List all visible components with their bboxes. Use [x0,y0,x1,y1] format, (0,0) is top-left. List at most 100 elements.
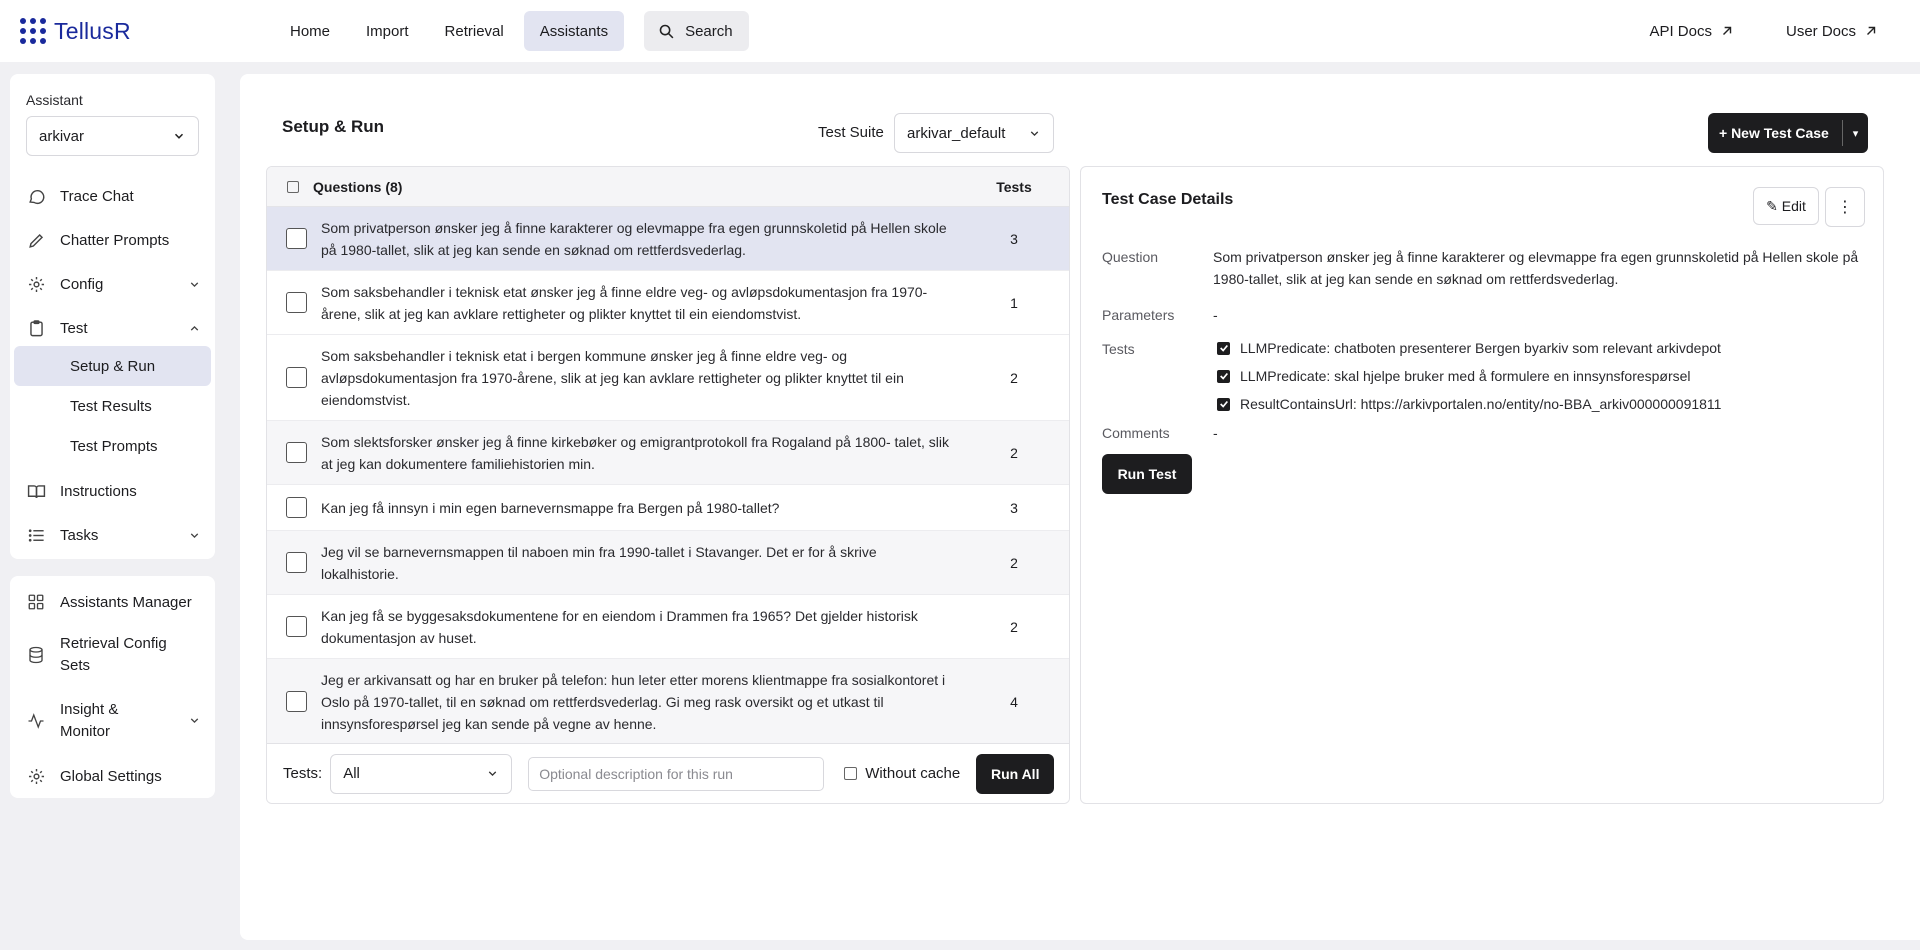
table-row[interactable]: Jeg er arkivansatt og har en bruker på t… [267,659,1069,745]
test-item: LLMPredicate: skal hjelpe bruker med å f… [1217,368,1691,384]
new-test-case-split-button: + New Test Case ▾ [1708,113,1868,153]
test-checkbox[interactable] [1217,341,1230,355]
nav-import[interactable]: Import [350,11,425,51]
sidebar-item-retrieval-config-sets[interactable]: Retrieval Config Sets [26,633,201,677]
gear-icon [26,274,46,294]
row-checkbox[interactable] [286,497,307,518]
clipboard-icon [26,318,46,338]
grid-icon [26,592,46,612]
test-suite-select[interactable]: arkivar_default [894,113,1054,153]
assistant-select[interactable]: arkivar [26,116,199,156]
table-row[interactable]: Kan jeg få innsyn i min egen barnevernsm… [267,485,1069,531]
sidebar-item-trace-chat[interactable]: Trace Chat [26,184,201,208]
sidebar-item-tasks[interactable]: Tasks [26,523,201,547]
without-cache-checkbox[interactable] [844,767,858,780]
table-row[interactable]: Som saksbehandler i teknisk etat ønsker … [267,271,1069,335]
brand[interactable]: TellusR [20,18,240,45]
sidebar-item-label: Chatter Prompts [60,231,170,249]
row-checkbox[interactable] [286,228,307,249]
database-icon [26,645,46,665]
sidebar-item-config[interactable]: Config [26,272,201,296]
brand-logo-icon [20,18,46,44]
without-cache-option[interactable]: Without cache [844,765,960,782]
tests-count: 3 [1010,499,1018,516]
test-case-details-panel: Test Case Details ✎ Edit ⋮ Question Som … [1080,166,1884,804]
edit-button[interactable]: ✎ Edit [1753,187,1819,225]
new-test-case-button[interactable]: + New Test Case [1708,125,1842,141]
activity-icon [26,711,46,731]
sidebar-item-global-settings[interactable]: Global Settings [26,764,201,788]
docs-links: API Docs User Docs [1637,11,1890,51]
test-text: LLMPredicate: chatboten presenterer Berg… [1240,340,1721,356]
sidebar-item-label: Config [60,275,104,293]
test-text: ResultContainsUrl: https://arkivportalen… [1240,396,1722,412]
nav-assistants[interactable]: Assistants [523,11,625,51]
nav-retrieval[interactable]: Retrieval [429,11,520,51]
tests-filter-select[interactable]: All [330,753,513,794]
gear-icon [26,766,46,786]
row-checkbox[interactable] [286,691,307,712]
row-checkbox[interactable] [286,442,307,463]
tests-filter-value: All [343,765,360,782]
details-title: Test Case Details [1102,191,1234,208]
tests-column-header: Tests [996,178,1032,195]
main-nav: Home Import Retrieval Assistants Search [274,11,749,51]
sidebar-item-chatter-prompts[interactable]: Chatter Prompts [26,228,201,252]
sidebar-item-assistants-manager[interactable]: Assistants Manager [26,590,201,614]
assistant-label: Assistant [26,92,83,108]
question-text: Som saksbehandler i teknisk etat ønsker … [321,283,928,322]
sidebar-subitem-test-prompts[interactable]: Test Prompts [14,426,211,466]
tests-count: 1 [1010,294,1018,311]
sidebar-item-instructions[interactable]: Instructions [26,479,201,503]
assistant-select-value: arkivar [39,127,85,145]
tests-count: 2 [1010,618,1018,635]
sidebar-subitem-setup-run[interactable]: Setup & Run [14,346,211,386]
run-description-input[interactable] [528,756,825,791]
table-row[interactable]: Som saksbehandler i teknisk etat i berge… [267,335,1069,421]
questions-table: Questions (8) Tests Som privatperson øns… [266,166,1070,804]
tests-filter-label: Tests: [283,765,323,782]
more-options-button[interactable]: ⋮ [1825,187,1865,227]
user-docs-link[interactable]: User Docs [1774,11,1890,51]
row-checkbox[interactable] [286,292,307,313]
new-test-case-dropdown-button[interactable]: ▾ [1843,127,1868,140]
sidebar-item-label: Tasks [60,526,99,544]
table-row[interactable]: Som privatperson ønsker jeg å finne kara… [267,207,1069,271]
search-button[interactable]: Search [644,11,749,51]
question-text: Kan jeg få innsyn i min egen barnevernsm… [321,499,780,516]
pencil-icon [26,230,46,250]
book-icon [26,481,46,501]
test-checkbox[interactable] [1217,369,1230,383]
table-row[interactable]: Jeg vil se barnevernsmappen til naboen m… [267,531,1069,595]
sidebar-item-insight-monitor[interactable]: Insight & Monitor [26,699,201,743]
chevron-down-icon [190,532,199,538]
row-checkbox[interactable] [286,367,307,388]
chevron-down-icon [1030,130,1039,136]
sidebar-item-label: Retrieval Config [60,635,167,652]
row-checkbox[interactable] [286,552,307,573]
check-icon [1219,344,1228,352]
sidebar-subitem-test-results[interactable]: Test Results [14,386,211,426]
sidebar-item-label: Monitor [60,723,111,740]
comments-value: - [1213,425,1218,441]
sidebar-item-label: Insight & [60,701,119,718]
sidebar-item-label-multiline: Insight & Monitor [60,699,118,743]
api-docs-link[interactable]: API Docs [1637,11,1746,51]
select-all-checkbox[interactable] [287,180,299,193]
external-arrow-icon [1867,26,1876,35]
question-text: Jeg er arkivansatt og har en bruker på t… [321,671,946,732]
without-cache-label: Without cache [865,765,961,782]
assistant-sidebar: Assistant arkivar Trace Chat Chatter Pro… [10,74,215,559]
row-checkbox[interactable] [286,616,307,637]
run-test-button[interactable]: Run Test [1102,454,1192,494]
run-all-button[interactable]: Run All [976,753,1055,794]
table-row[interactable]: Som slektsforsker ønsker jeg å finne kir… [267,421,1069,485]
nav-home[interactable]: Home [274,11,346,51]
question-text: Som privatperson ønsker jeg å finne kara… [321,219,947,258]
chevron-down-icon [190,718,199,724]
test-checkbox[interactable] [1217,397,1230,411]
table-row[interactable]: Kan jeg få se byggesaksdokumentene for e… [267,595,1069,659]
questions-column-header: Questions (8) [313,178,403,195]
sidebar-item-test[interactable]: Test [26,316,201,340]
main-panel: Setup & Run Test Suite arkivar_default +… [240,74,1920,940]
